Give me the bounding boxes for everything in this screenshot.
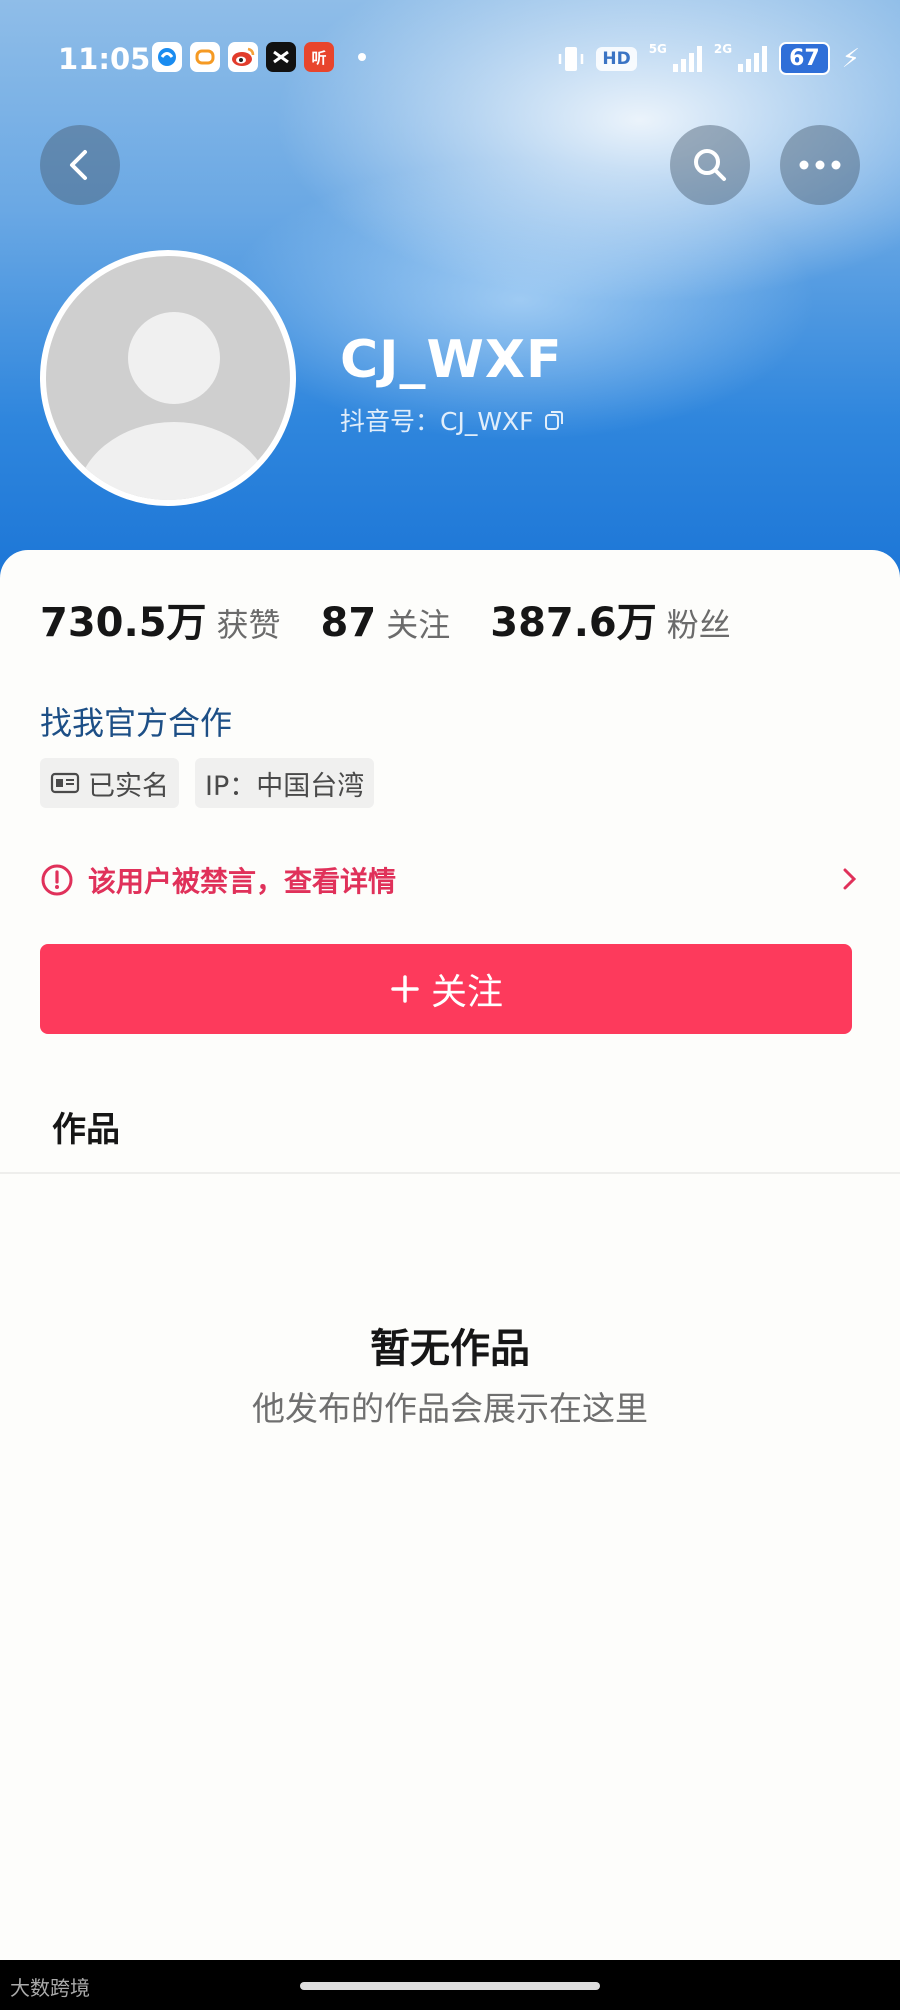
follow-button[interactable]: 关注 [40, 944, 852, 1034]
profile-tags: 已实名 IP：中国台湾 [40, 758, 375, 808]
profile-header: 11:05 听 HD 5G 2G 67 ⚡ CJ_WXF 抖音号：CJ_WXF [0, 0, 900, 600]
signal-1-icon [672, 45, 702, 72]
ban-notice[interactable]: 该用户被禁言，查看详情 [40, 856, 860, 904]
back-button[interactable] [40, 125, 120, 205]
more-button[interactable] [780, 125, 860, 205]
search-button[interactable] [670, 125, 750, 205]
system-navigation-bar: 大数跨境 [0, 1960, 900, 2010]
tab-divider [0, 1172, 900, 1174]
weibo-app-icon [228, 42, 258, 72]
chevron-left-icon [70, 150, 87, 180]
ip-location-label: IP：中国台湾 [205, 770, 365, 802]
avatar-head-shape [128, 312, 220, 404]
signal-2-icon [738, 45, 768, 72]
followers-count[interactable]: 387.6万 [490, 590, 657, 648]
browser-app-icon [152, 42, 182, 72]
verified-label: 已实名 [88, 770, 169, 802]
chevron-right-icon [843, 868, 857, 890]
avatar-body-shape [76, 422, 272, 500]
cooperation-link[interactable]: 找我官方合作 [40, 698, 232, 744]
tab-works[interactable]: 作品 [52, 1102, 120, 1151]
more-dots-icon [799, 160, 841, 170]
verified-tag: 已实名 [40, 758, 179, 808]
listen-app-label: 听 [311, 48, 327, 67]
capcut-app-icon [266, 42, 296, 72]
notification-icons: 听 [152, 42, 366, 72]
likes-count: 730.5万 [40, 600, 207, 646]
username: CJ_WXF [340, 330, 563, 390]
avatar[interactable] [40, 250, 296, 506]
taxi-app-icon [190, 42, 220, 72]
home-indicator[interactable] [300, 1982, 600, 1990]
following-count[interactable]: 87 [321, 600, 377, 646]
followers-label[interactable]: 粉丝 [667, 600, 731, 646]
alert-icon [41, 864, 73, 896]
plus-icon [391, 975, 419, 1003]
ip-location-tag: IP：中国台湾 [195, 758, 375, 808]
hd-badge: HD [596, 46, 637, 71]
ban-notice-text: 该用户被禁言，查看详情 [88, 865, 397, 898]
douyin-id-text: 抖音号：CJ_WXF [340, 407, 534, 436]
more-notifications-dot [358, 53, 366, 61]
following-label[interactable]: 关注 [386, 600, 450, 646]
watermark: 大数跨境 [10, 1976, 90, 2000]
empty-state-subtitle: 他发布的作品会展示在这里 [252, 1389, 648, 1428]
profile-card: 730.5万 获赞 87 关注 387.6万 粉丝 找我官方合作 已实名 IP：… [0, 550, 900, 1960]
douyin-id[interactable]: 抖音号：CJ_WXF [340, 402, 566, 438]
stats-row: 730.5万 获赞 87 关注 387.6万 粉丝 [40, 590, 771, 648]
likes-label: 获赞 [216, 606, 281, 644]
follow-button-label: 关注 [430, 972, 503, 1013]
listen-app-icon: 听 [304, 42, 334, 72]
search-icon [694, 149, 726, 181]
status-bar: 11:05 听 HD 5G 2G 67 ⚡ [0, 30, 900, 90]
empty-state-title: 暂无作品 [370, 1326, 530, 1372]
copy-icon[interactable] [542, 408, 566, 432]
vibrate-icon [559, 46, 584, 71]
network-5g-label: 5G [648, 42, 667, 56]
charging-icon: ⚡ [841, 43, 860, 74]
battery-level: 67 [779, 42, 830, 75]
network-2g-label: 2G [713, 42, 733, 56]
id-card-icon [50, 772, 80, 794]
status-indicators: HD 5G 2G 67 ⚡ [558, 42, 860, 75]
status-time: 11:05 [58, 42, 151, 76]
